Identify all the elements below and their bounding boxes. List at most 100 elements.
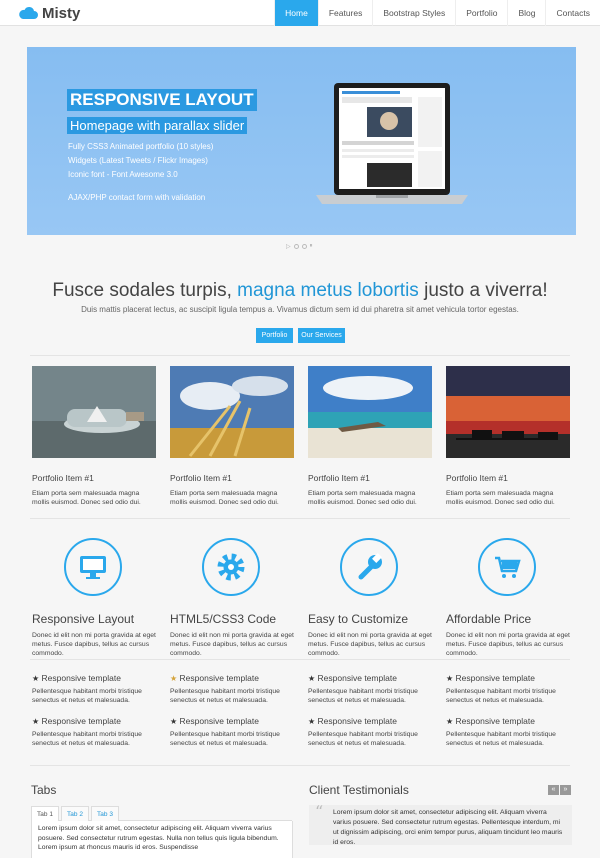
portfolio-text: Etiam porta sem malesuada magna mollis e…: [446, 490, 555, 506]
template-text: Pellentesque habitant morbi tristique se…: [308, 731, 418, 747]
template-title-row: ★ Responsive template: [308, 673, 438, 683]
template-title: Responsive template: [455, 673, 535, 683]
nav-bootstrap-styles[interactable]: Bootstrap Styles: [372, 0, 455, 26]
template-item: ★ Responsive template Pellentesque habita…: [170, 673, 300, 705]
cart-icon: [495, 556, 521, 578]
intro-subheading: Duis mattis placerat lectus, ac suscipit…: [81, 305, 519, 314]
nav-blog[interactable]: Blog: [507, 0, 545, 26]
hero-feature: Fully CSS3 Animated portfolio (10 styles…: [68, 142, 214, 151]
template-title: Responsive template: [179, 673, 259, 683]
portfolio-item[interactable]: Portfolio Item #1 Etiam porta sem malesu…: [170, 366, 294, 507]
monitor-icon: [80, 556, 106, 579]
cloud-icon: [19, 6, 38, 19]
portfolio-title[interactable]: Portfolio Item #1: [308, 473, 432, 483]
main-menu: Home Features Bootstrap Styles Portfolio…: [274, 0, 600, 26]
gear-icon: [217, 553, 245, 581]
testimonial-quote: “ Lorem ipsum dolor sit amet, consectetu…: [309, 804, 572, 846]
template-item: ★ Responsive template Pellentesque habita…: [446, 673, 576, 705]
star-icon: ★: [446, 674, 454, 683]
hero-subtitle: Homepage with parallax slider: [67, 117, 248, 134]
hero-feature: AJAX/PHP contact form with validation: [68, 193, 206, 202]
tabs-heading: Tabs: [31, 783, 57, 797]
intro-heading-start: Fusce sodales turpis,: [52, 280, 238, 301]
portfolio-image-beach[interactable]: [308, 366, 432, 458]
divider: [30, 518, 570, 519]
portfolio-image-wheat[interactable]: [170, 366, 294, 458]
feature-block: Affordable Price Donec id elit non mi po…: [446, 538, 576, 658]
nav-portfolio[interactable]: Portfolio: [455, 0, 507, 26]
template-title: Responsive template: [41, 673, 121, 683]
template-text: Pellentesque habitant morbi tristique se…: [170, 688, 280, 704]
tab-1[interactable]: Tab 1: [31, 806, 59, 821]
next-arrow-icon[interactable]: »: [560, 785, 571, 795]
brand-name: Misty: [42, 4, 81, 22]
feature-title: Easy to Customize: [308, 612, 409, 626]
feature-circle: [478, 538, 536, 596]
slide-dot[interactable]: [301, 244, 307, 249]
template-text: Pellentesque habitant morbi tristique se…: [170, 731, 280, 747]
template-text: Pellentesque habitant morbi tristique se…: [32, 731, 142, 747]
logo[interactable]: Misty: [18, 3, 80, 23]
feature-circle: [202, 538, 260, 596]
divider: [30, 659, 570, 660]
feature-text: Donec id elit non mi porta gravida at eg…: [446, 632, 570, 657]
feature-text: Donec id elit non mi porta gravida at eg…: [32, 632, 156, 657]
hero-feature: Widgets (Latest Tweets / Flickr Images): [68, 156, 208, 165]
feature-circle: [64, 538, 122, 596]
template-title-row: ★ Responsive template: [32, 716, 162, 726]
feature-block: HTML5/CSS3 Code Donec id elit non mi por…: [170, 538, 300, 658]
slide-dot[interactable]: [293, 244, 299, 249]
template-title-row: ★ Responsive template: [446, 716, 576, 726]
feature-title: Responsive Layout: [32, 612, 135, 626]
tab-3[interactable]: Tab 3: [91, 806, 119, 821]
our-services-button[interactable]: Our Services: [298, 328, 345, 343]
tab-content: Lorem ipsum dolor sit amet, consectetur …: [31, 821, 293, 858]
feature-text: Donec id elit non mi porta gravida at eg…: [170, 632, 294, 657]
intro-heading: Fusce sodales turpis, magna metus lobort…: [0, 280, 600, 302]
nav-contacts[interactable]: Contacts: [545, 0, 600, 26]
nav-home[interactable]: Home: [274, 0, 318, 26]
template-title-row: ★ Responsive template: [446, 673, 576, 683]
pause-icon[interactable]: ⏸: [310, 243, 313, 250]
testimonial-text: Lorem ipsum dolor sit amet, consectetur …: [333, 809, 563, 846]
star-icon: ★: [446, 717, 454, 726]
divider: [30, 765, 570, 766]
tab-bar: Tab 1 Tab 2 Tab 3: [31, 806, 292, 821]
template-text: Pellentesque habitant morbi tristique se…: [308, 688, 418, 704]
template-text: Pellentesque habitant morbi tristique se…: [32, 688, 142, 704]
nav-features[interactable]: Features: [317, 0, 373, 26]
intro-heading-highlight: magna metus lobortis: [237, 280, 419, 301]
template-title: Responsive template: [455, 716, 535, 726]
template-item: ★ Responsive template Pellentesque habita…: [446, 716, 576, 748]
prev-arrow-icon[interactable]: «: [548, 785, 559, 795]
star-icon: ★: [32, 717, 40, 726]
template-title-row: ★ Responsive template: [170, 716, 300, 726]
template-title-row: ★ Responsive template: [170, 673, 300, 683]
star-icon: ★: [32, 674, 40, 683]
portfolio-image-bottle[interactable]: [32, 366, 156, 458]
portfolio-button[interactable]: Portfolio: [256, 328, 293, 343]
laptop-image: [316, 83, 468, 204]
portfolio-title[interactable]: Portfolio Item #1: [32, 473, 156, 483]
template-title: Responsive template: [179, 716, 259, 726]
template-item: ★ Responsive template Pellentesque habita…: [32, 716, 162, 748]
portfolio-item[interactable]: Portfolio Item #1 Etiam porta sem malesu…: [446, 366, 570, 507]
portfolio-item[interactable]: Portfolio Item #1 Etiam porta sem malesu…: [308, 366, 432, 507]
portfolio-text: Etiam porta sem malesuada magna mollis e…: [308, 490, 417, 506]
top-navbar: Misty Home Features Bootstrap Styles Por…: [0, 0, 600, 26]
feature-title: HTML5/CSS3 Code: [170, 612, 277, 626]
template-item: ★ Responsive template Pellentesque habita…: [308, 673, 438, 705]
hero-feature: Iconic font - Font Awesome 3.0: [68, 170, 178, 179]
template-title: Responsive template: [317, 716, 397, 726]
portfolio-title[interactable]: Portfolio Item #1: [446, 473, 570, 483]
tab-2[interactable]: Tab 2: [61, 806, 89, 821]
play-icon[interactable]: ▷: [286, 243, 291, 250]
portfolio-item[interactable]: Portfolio Item #1 Etiam porta sem malesu…: [32, 366, 156, 507]
portfolio-text: Etiam porta sem malesuada magna mollis e…: [32, 490, 141, 506]
template-title-row: ★ Responsive template: [308, 716, 438, 726]
portfolio-title[interactable]: Portfolio Item #1: [170, 473, 294, 483]
star-icon: ★: [170, 674, 178, 683]
feature-circle: [340, 538, 398, 596]
template-item: ★ Responsive template Pellentesque habita…: [170, 716, 300, 748]
portfolio-image-elephants[interactable]: [446, 366, 570, 458]
